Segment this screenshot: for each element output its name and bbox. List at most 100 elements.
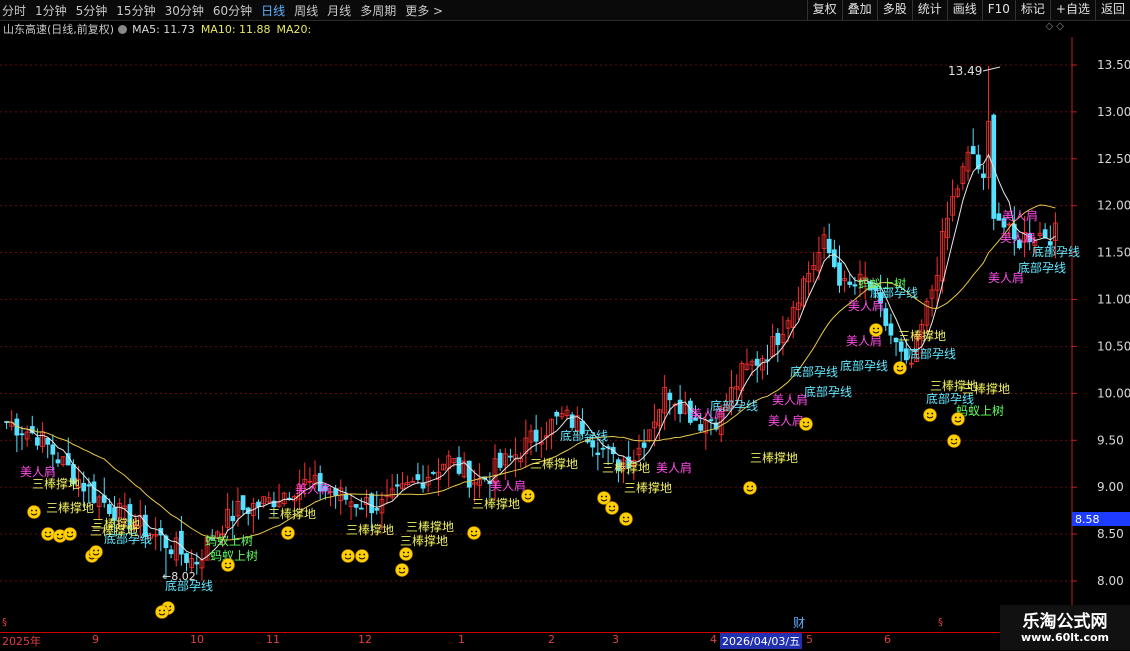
- signal-label: 三棒撑地: [406, 519, 454, 534]
- y-tick-label: 12.00: [1097, 199, 1130, 213]
- signal-label: 美人肩: [768, 413, 804, 428]
- x-axis-label: 4: [710, 633, 717, 646]
- signal-label: 底部孕线: [870, 285, 918, 300]
- candle-body: [55, 459, 61, 464]
- signal-label: 三棒撑地: [472, 496, 520, 511]
- signal-label: 三棒撑地: [400, 533, 448, 548]
- candle-body: [466, 460, 472, 488]
- x-axis-label: 3: [612, 633, 619, 646]
- tool-button[interactable]: 多股: [876, 0, 912, 20]
- candle-body: [415, 474, 421, 480]
- signal-label: 三棒撑地: [624, 480, 672, 495]
- signal-label: 三棒撑地: [750, 450, 798, 465]
- signal-label: 三棒撑地: [90, 523, 138, 538]
- signal-label: 美人肩: [772, 392, 808, 407]
- toolbar: 分时 1分钟 5分钟 15分钟 30分钟 60分钟 日线 周线 月线 多周期 更多 > 复权 叠加 多股…: [0, 0, 1130, 21]
- tool-button[interactable]: 统计: [911, 0, 947, 20]
- candlestick-chart[interactable]: 8.00 8.50 9.00 9.50 10.00 10.50 11.00 11.50 12.0…: [0, 37, 1130, 632]
- signal-label: 美人肩: [295, 481, 331, 496]
- financial-report-marker: 财: [793, 616, 805, 630]
- y-tick-label: 13.50: [1097, 58, 1130, 72]
- signal-label: 三棒撑地: [602, 460, 650, 475]
- period-tab[interactable]: 周线: [294, 2, 318, 19]
- candle-body: [394, 484, 400, 487]
- tool-button[interactable]: +自选: [1049, 0, 1095, 20]
- period-tab[interactable]: 5分钟: [76, 2, 108, 19]
- signal-label: 三棒撑地: [268, 506, 316, 521]
- y-tick-label: 8.50: [1097, 527, 1124, 541]
- smiley-icon: [619, 512, 633, 526]
- signal-label: 底部孕线: [790, 364, 838, 379]
- candle-body: [50, 444, 56, 455]
- tool-buttons: 复权 叠加 多股 统计 画线 F10 标记 +自选 返回: [806, 0, 1130, 20]
- signal-label: 底部孕线: [908, 346, 956, 361]
- smiley-icon: [221, 558, 235, 572]
- settings-dot-icon[interactable]: [118, 24, 128, 34]
- period-tab[interactable]: 日线: [261, 2, 285, 19]
- tool-button[interactable]: 标记: [1014, 0, 1050, 20]
- tool-button[interactable]: 叠加: [841, 0, 877, 20]
- candle-body: [775, 332, 781, 346]
- signal-label: 蚂蚁上树: [205, 533, 253, 548]
- watermark-title: 乐淘公式网: [1022, 612, 1108, 632]
- signal-label: 蚂蚁上树: [210, 548, 258, 563]
- candle-body: [595, 452, 601, 456]
- period-tab[interactable]: 1分钟: [35, 2, 67, 19]
- candle-body: [831, 249, 837, 268]
- signal-label: 三棒撑地: [530, 456, 578, 471]
- candle-body: [852, 284, 858, 287]
- period-tab[interactable]: 多周期: [360, 2, 396, 19]
- period-tab[interactable]: 分时: [2, 2, 26, 19]
- period-tab[interactable]: 更多 >: [405, 2, 443, 19]
- period-tab[interactable]: 60分钟: [213, 2, 252, 19]
- smiley-icon: [467, 526, 481, 540]
- period-tab[interactable]: 15分钟: [116, 2, 155, 19]
- smiley-icon: [893, 361, 907, 375]
- smiley-icon: [155, 605, 169, 619]
- x-axis-label: 2026/04/03/五: [720, 633, 803, 649]
- tool-button[interactable]: 复权: [806, 0, 842, 20]
- candle-body: [230, 515, 236, 522]
- tool-button[interactable]: F10: [981, 0, 1015, 20]
- smiley-icon: [743, 481, 757, 495]
- candle-body: [754, 358, 760, 366]
- smiley-icon: [605, 501, 619, 515]
- smiley-icon: [355, 549, 369, 563]
- y-tick-label: 12.50: [1097, 152, 1130, 166]
- tool-button[interactable]: 画线: [946, 0, 982, 20]
- x-axis-label: 9: [92, 633, 99, 646]
- signal-label: 三棒撑地: [346, 522, 394, 537]
- signal-label: 底部孕线: [165, 578, 213, 593]
- smiley-icon: [281, 526, 295, 540]
- candle-body: [35, 437, 40, 446]
- candle-body: [970, 146, 976, 155]
- candle-body: [883, 308, 889, 326]
- period-tab[interactable]: 月线: [327, 2, 351, 19]
- period-tab[interactable]: 30分钟: [165, 2, 204, 19]
- candle-body: [369, 493, 374, 514]
- candle-body: [374, 508, 380, 511]
- date-axis: 2025年 9 10 11 12 1 2 3 4 2026/04/03/五 5 6: [0, 632, 1000, 651]
- candle-body: [168, 549, 174, 555]
- x-axis-label: 11: [266, 633, 280, 646]
- candle-body: [698, 424, 704, 431]
- ma20-value: MA20:: [276, 22, 312, 36]
- y-tick-label: 13.00: [1097, 105, 1130, 119]
- candle-body: [45, 438, 51, 445]
- indicator-bar: 山东高速(日线,前复权) MA5: 11.73 MA10: 11.88 MA20…: [0, 21, 1072, 37]
- s-marker-icon: §: [938, 617, 943, 628]
- y-tick-label: 8.00: [1097, 574, 1124, 588]
- y-tick-label: 9.50: [1097, 433, 1124, 447]
- tool-button[interactable]: 返回: [1094, 0, 1130, 20]
- x-axis-label: 12: [358, 633, 372, 646]
- smiley-icon: [89, 545, 103, 559]
- diamond-outline-icon[interactable]: ◇ ◇: [1045, 21, 1064, 32]
- candle-body: [194, 561, 200, 565]
- candle-body: [81, 482, 87, 492]
- candle-body: [256, 501, 261, 508]
- y-tick-label: 9.00: [1097, 480, 1124, 494]
- candle-body: [677, 399, 683, 415]
- x-axis-label: 5: [806, 633, 813, 646]
- signal-label: 美人肩: [1000, 230, 1036, 245]
- candle-body: [898, 341, 904, 352]
